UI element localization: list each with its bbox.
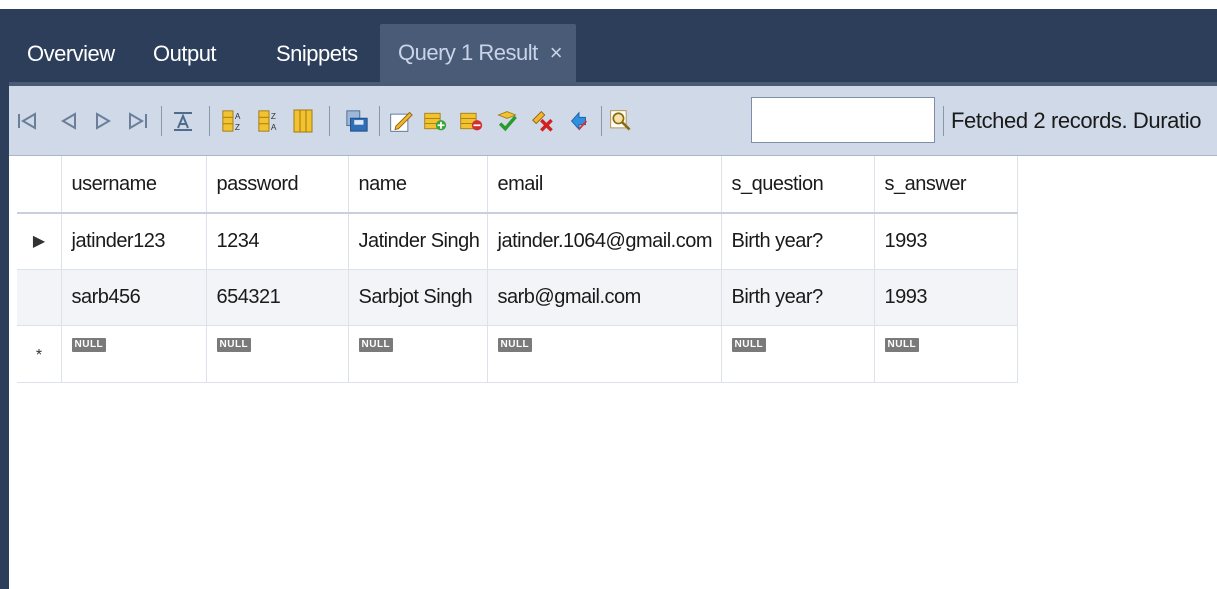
last-record-icon[interactable] [126,108,150,134]
column-header-s-answer[interactable]: s_answer [874,156,1018,214]
table-cell[interactable]: NULL [874,325,1018,383]
fetch-status-text: Fetched 2 records. Duratio [951,108,1202,133]
table-cell[interactable]: NULL [721,325,875,383]
save-icon[interactable] [345,108,369,134]
toolbar-separator [329,106,330,136]
tab-query-1-result[interactable]: Query 1 Result × [380,24,576,82]
table-cell[interactable]: jatinder.1064@gmail.com [487,213,722,270]
sort-ascending-icon[interactable]: AZ [221,108,245,134]
left-border [0,9,9,589]
previous-record-icon[interactable] [57,108,81,134]
table-cell[interactable]: sarb@gmail.com [487,269,722,326]
null-badge: NULL [358,337,394,352]
table-row[interactable]: sarb456 654321 Sarbjot Singh sarb@gmail.… [17,269,1018,326]
table-cell[interactable]: Birth year? [721,213,875,270]
svg-text:A: A [235,111,241,121]
table-cell[interactable]: 1993 [874,213,1018,270]
current-row-indicator-icon: ▶ [17,213,62,270]
result-toolbar: AZ ZA Fetched 2 records. Duratio [9,86,1217,156]
filter-input[interactable] [751,97,935,143]
apply-icon[interactable] [495,108,519,134]
tab-overview[interactable]: Overview [9,26,135,82]
edit-icon[interactable] [389,108,413,134]
null-badge: NULL [216,337,252,352]
table-cell[interactable]: sarb456 [61,269,207,326]
toolbar-separator [943,106,944,136]
text-format-icon[interactable] [171,108,195,134]
toolbar-separator [601,106,602,136]
header-row: username password name email s_question … [17,156,1018,214]
first-record-icon[interactable] [15,108,39,134]
window-top-strip [0,0,1217,9]
null-badge: NULL [884,337,920,352]
tab-label: Snippets [276,41,358,66]
table-cell[interactable]: jatinder123 [61,213,207,270]
table-cell[interactable]: 654321 [206,269,349,326]
toolbar-separator [209,106,210,136]
tab-output[interactable]: Output [135,26,258,82]
toolbar-separator [161,106,162,136]
column-header-name[interactable]: name [348,156,488,214]
row-indicator-header [17,156,62,214]
sort-descending-icon[interactable]: ZA [257,108,281,134]
columns-icon[interactable] [291,108,315,134]
svg-text:A: A [271,122,277,132]
table-cell[interactable]: Jatinder Singh [348,213,488,270]
close-icon[interactable]: × [550,40,563,66]
table-cell[interactable]: NULL [348,325,488,383]
tab-label: Output [153,41,217,66]
new-row[interactable]: * NULL NULL NULL NULL NULL NULL [17,325,1018,383]
tab-snippets[interactable]: Snippets [258,26,380,82]
add-row-icon[interactable] [423,108,447,134]
column-header-password[interactable]: password [206,156,349,214]
table-cell[interactable]: Birth year? [721,269,875,326]
table-cell[interactable]: NULL [206,325,349,383]
table-row[interactable]: ▶ jatinder123 1234 Jatinder Singh jatind… [17,213,1018,270]
next-record-icon[interactable] [91,108,115,134]
toolbar-separator [379,106,380,136]
table-cell[interactable]: 1993 [874,269,1018,326]
table-cell[interactable]: 1234 [206,213,349,270]
tab-bar: Overview Output Snippets Query 1 Result … [9,9,1217,86]
null-badge: NULL [497,337,533,352]
table-cell[interactable]: NULL [487,325,722,383]
svg-text:Z: Z [235,122,240,132]
column-header-email[interactable]: email [487,156,722,214]
search-icon[interactable] [609,108,633,134]
null-badge: NULL [731,337,767,352]
tab-label: Query 1 Result [398,40,538,65]
table-cell[interactable]: NULL [61,325,207,383]
svg-text:Z: Z [271,111,276,121]
null-badge: NULL [71,337,107,352]
table-cell[interactable]: Sarbjot Singh [348,269,488,326]
row-indicator [17,269,62,326]
discard-icon[interactable] [531,108,555,134]
column-header-s-question[interactable]: s_question [721,156,875,214]
result-grid: username password name email s_question … [17,156,1018,383]
tab-label: Overview [27,41,115,66]
column-header-username[interactable]: username [61,156,207,214]
delete-row-icon[interactable] [459,108,483,134]
refresh-icon[interactable] [567,108,591,134]
new-row-indicator-icon: * [17,325,62,383]
